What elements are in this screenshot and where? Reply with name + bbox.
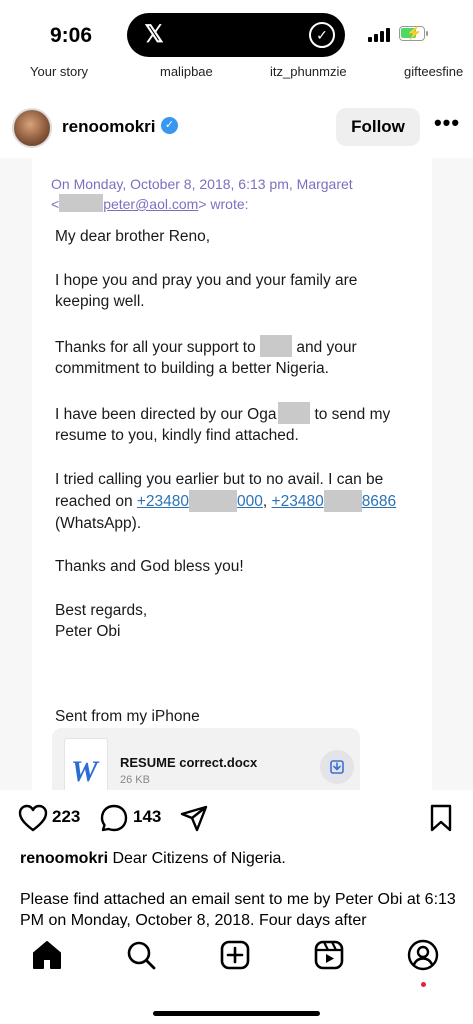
post-image[interactable]: On Monday, October 8, 2018, 6:13 pm, Mar… <box>0 158 473 790</box>
search-icon[interactable] <box>124 938 164 978</box>
cellular-signal-icon <box>368 28 390 42</box>
email-paragraph: Thanks for all your support to and your … <box>55 334 415 380</box>
post-actions: 223 143 <box>0 796 473 840</box>
battery-charging-icon: ⚡ <box>399 25 428 41</box>
comment-icon[interactable] <box>100 804 128 837</box>
attachment-card[interactable]: W RESUME correct.docx 26 KB <box>52 728 360 790</box>
notification-dot <box>421 982 426 987</box>
redaction-box <box>59 194 104 212</box>
post-header: renoomokri ✓ Follow ••• <box>0 100 473 156</box>
email-paragraph: I tried calling you earlier but to no av… <box>55 470 397 532</box>
x-app-icon: 𝕏 <box>144 21 164 48</box>
email-signoff: Best regards, Peter Obi <box>55 601 148 641</box>
status-bar: 9:06 𝕏 ✓ ⚡ <box>0 0 473 70</box>
check-circle-icon: ✓ <box>309 22 335 48</box>
status-time: 9:06 <box>50 24 93 47</box>
stories-strip[interactable]: Your story malipbae itz_phunmzie giftees… <box>0 64 473 82</box>
story-label[interactable]: itz_phunmzie <box>270 64 347 79</box>
phone-link[interactable]: +23480 000 <box>137 490 263 512</box>
post-caption[interactable]: renoomokri Dear Citizens of Nigeria. Ple… <box>20 848 460 928</box>
story-label[interactable]: malipbae <box>160 64 213 79</box>
quote-sender-email: peter@aol.com <box>103 196 199 212</box>
phone-link[interactable]: +23480 8686 <box>272 490 396 512</box>
caption-first-line: Dear Citizens of Nigeria. <box>112 850 286 867</box>
verified-badge-icon: ✓ <box>161 117 178 134</box>
like-count[interactable]: 223 <box>52 807 80 827</box>
quote-wrote: > wrote: <box>198 196 249 212</box>
create-post-icon[interactable] <box>218 938 258 978</box>
bottom-navigation <box>0 928 473 1024</box>
email-greeting: My dear brother Reno, <box>55 228 211 245</box>
email-body: My dear brother Reno, I hope you and pra… <box>55 226 415 643</box>
bookmark-icon[interactable] <box>429 804 453 837</box>
email-paragraph: Thanks and God bless you! <box>55 558 244 575</box>
dynamic-island[interactable]: 𝕏 ✓ <box>127 13 345 57</box>
sent-from-line: Sent from my iPhone <box>55 708 200 725</box>
quote-bracket-open: < <box>51 196 60 212</box>
follow-button[interactable]: Follow <box>336 108 420 146</box>
email-paragraph: I have been directed by our Oga to send m… <box>55 401 415 447</box>
share-icon[interactable] <box>180 804 208 837</box>
email-quote-header: On Monday, October 8, 2018, 6:13 pm, Mar… <box>51 174 353 214</box>
attachment-size: 26 KB <box>120 774 150 786</box>
story-label[interactable]: gifteesfine <box>404 64 463 79</box>
quote-line-date: On Monday, October 8, 2018, 6:13 pm, Mar… <box>51 176 353 192</box>
redaction-box <box>278 401 311 424</box>
home-icon[interactable] <box>30 938 70 978</box>
caption-body: Please find attached an email sent to me… <box>20 891 456 928</box>
email-paragraph: I hope you and pray you and your family … <box>55 271 358 311</box>
heart-icon[interactable] <box>18 804 48 837</box>
attachment-name: RESUME correct.docx <box>120 755 258 770</box>
word-document-icon: W <box>64 738 108 790</box>
comment-count[interactable]: 143 <box>133 807 161 827</box>
more-options-icon[interactable]: ••• <box>432 112 462 140</box>
download-icon[interactable] <box>320 750 354 784</box>
avatar[interactable] <box>12 108 52 148</box>
home-indicator[interactable] <box>153 1011 320 1016</box>
email-screenshot: On Monday, October 8, 2018, 6:13 pm, Mar… <box>32 158 432 790</box>
redaction-box <box>260 334 293 357</box>
story-label[interactable]: Your story <box>30 64 88 79</box>
profile-icon[interactable] <box>406 938 446 987</box>
caption-username[interactable]: renoomokri <box>20 850 108 867</box>
reels-icon[interactable] <box>312 938 352 978</box>
post-username[interactable]: renoomokri <box>62 117 156 137</box>
